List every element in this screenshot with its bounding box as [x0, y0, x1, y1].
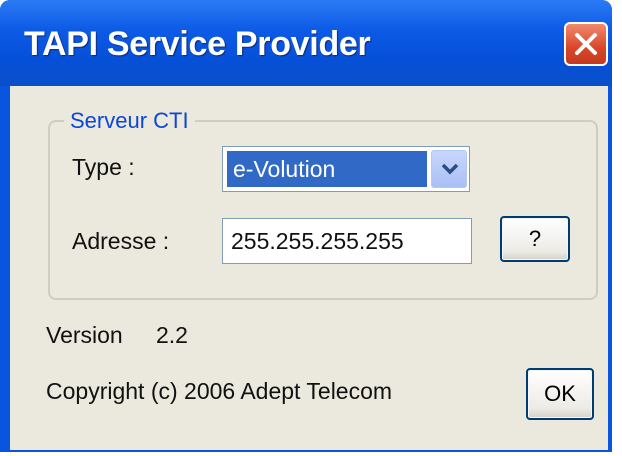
type-label: Type : — [72, 154, 135, 180]
dialog-body: Serveur CTI Type : e-Volution Adresse : … — [10, 86, 608, 450]
version-label: Version — [46, 322, 123, 348]
dialog-window: TAPI Service Provider Serveur CTI Type :… — [0, 0, 612, 452]
copyright-text: Copyright (c) 2006 Adept Telecom — [46, 378, 393, 404]
version-value: 2.2 — [156, 322, 188, 348]
window-title: TAPI Service Provider — [24, 25, 371, 63]
dropdown-button[interactable] — [431, 150, 467, 188]
chevron-down-icon — [441, 163, 459, 175]
close-icon — [575, 33, 597, 55]
ok-button[interactable]: OK — [526, 368, 594, 420]
type-dropdown[interactable]: e-Volution — [222, 146, 470, 192]
address-label: Adresse : — [72, 228, 170, 254]
type-selected-value: e-Volution — [227, 151, 427, 187]
group-legend: Serveur CTI — [64, 108, 195, 134]
help-button[interactable]: ? — [500, 216, 570, 262]
title-bar[interactable]: TAPI Service Provider — [0, 0, 612, 86]
close-button[interactable] — [564, 22, 608, 66]
address-field[interactable]: 255.255.255.255 — [222, 218, 472, 264]
